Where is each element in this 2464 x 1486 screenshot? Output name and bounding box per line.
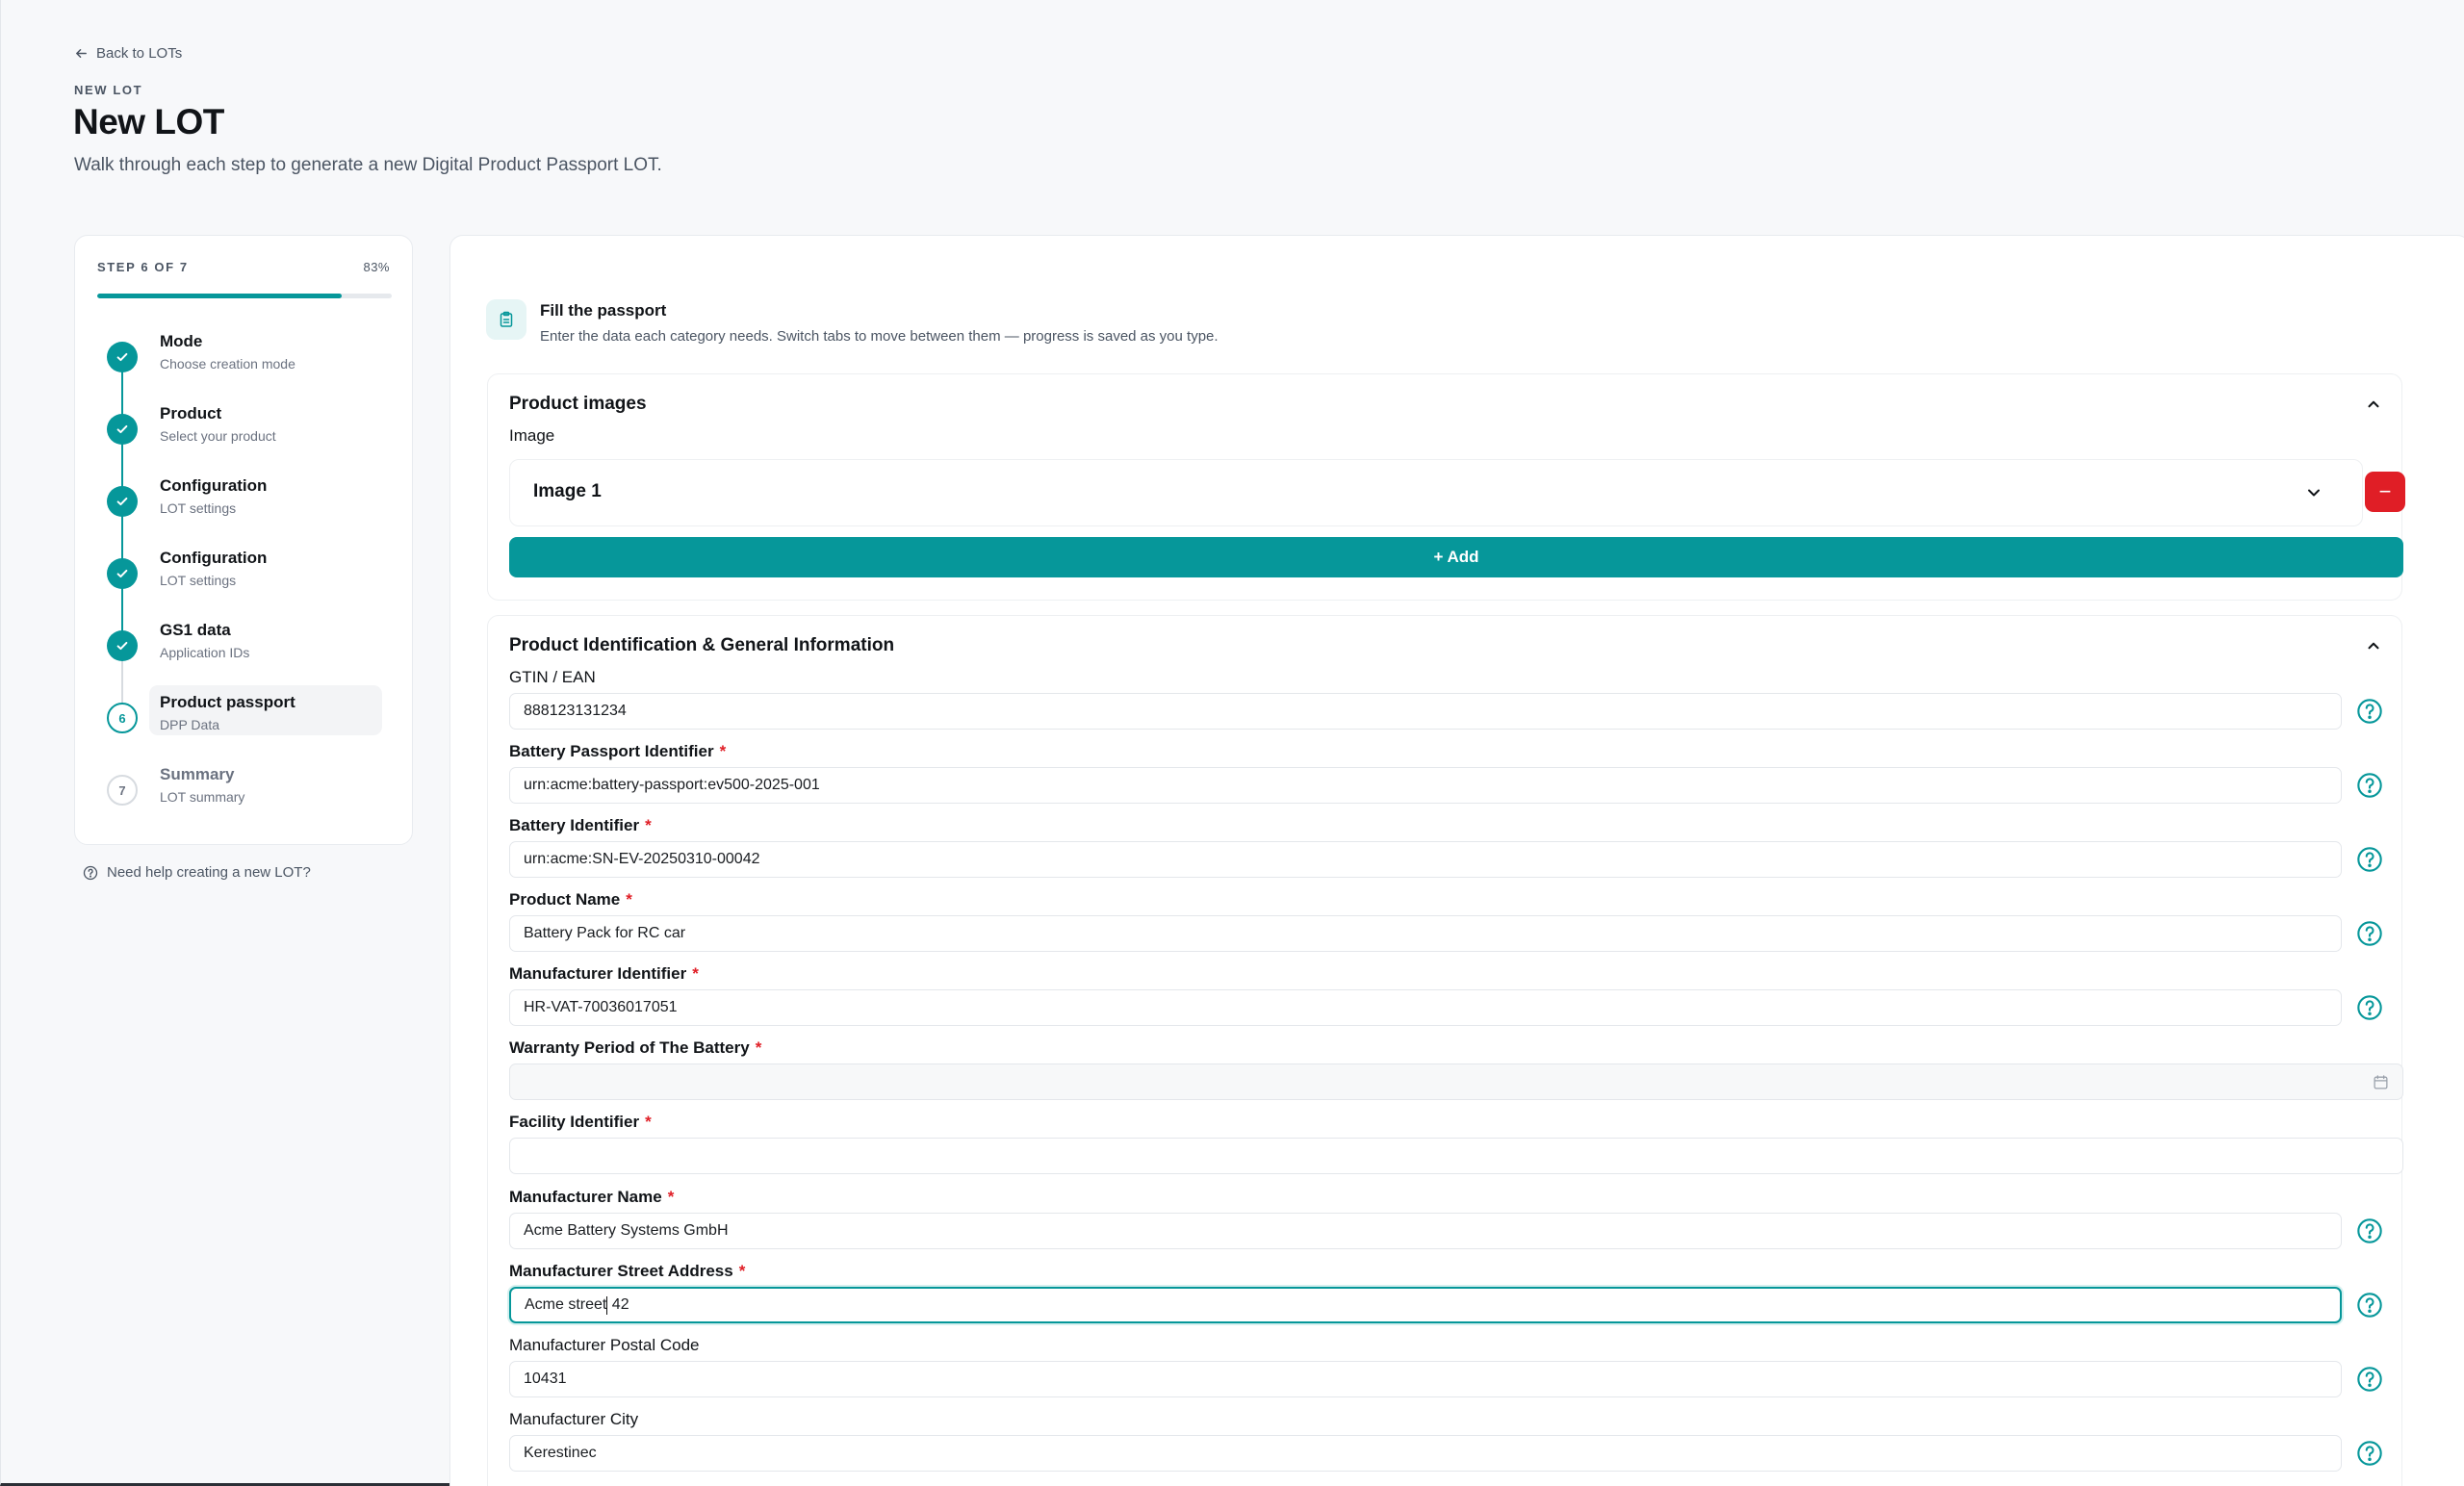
- chevron-up-icon[interactable]: [2365, 637, 2382, 654]
- step-title: Product: [160, 404, 222, 423]
- help-circle-icon[interactable]: [2356, 846, 2383, 873]
- product-images-section: Product images Image Image 1 + Add: [487, 373, 2403, 601]
- step-subtitle: Application IDs: [160, 645, 250, 660]
- step-configuration-2[interactable]: Configuration LOT settings: [75, 549, 412, 606]
- help-circle-icon[interactable]: [2356, 1217, 2383, 1244]
- help-link-label: Need help creating a new LOT?: [107, 864, 311, 881]
- calendar-icon[interactable]: [2373, 1074, 2389, 1090]
- step-mode[interactable]: Mode Choose creation mode: [75, 332, 412, 390]
- step-product-passport[interactable]: 6 Product passport DPP Data: [75, 685, 412, 751]
- help-circle-icon[interactable]: [2356, 1440, 2383, 1467]
- field-label-manufacturer-street-address: Manufacturer Street Address *: [509, 1262, 746, 1280]
- arrow-left-icon: [76, 49, 87, 58]
- field-label-battery-identifier: Battery Identifier *: [509, 816, 652, 834]
- field-label-manufacturer-name: Manufacturer Name *: [509, 1188, 675, 1206]
- battery-passport-identifier-input[interactable]: urn:acme:battery-passport:ev500-2025-001: [509, 767, 2342, 804]
- step-subtitle: LOT settings: [160, 573, 237, 588]
- field-label-manufacturer-city: Manufacturer City: [509, 1410, 639, 1428]
- field-label-warranty-period: Warranty Period of The Battery *: [509, 1038, 762, 1057]
- help-circle-icon[interactable]: [2356, 994, 2383, 1021]
- step-title: Configuration: [160, 476, 268, 495]
- facility-identifier-input[interactable]: [509, 1138, 2403, 1174]
- passport-subtitle: Enter the data each category needs. Swit…: [540, 328, 1219, 345]
- step-check-icon: [107, 414, 138, 445]
- product-identification-section: Product Identification & General Informa…: [487, 615, 2403, 1486]
- image-label: Image: [509, 426, 555, 445]
- gtin-input[interactable]: 888123131234: [509, 693, 2342, 730]
- input-value-before-caret: Acme street: [525, 1296, 607, 1313]
- step-check-icon: [107, 342, 138, 372]
- step-subtitle: Select your product: [160, 428, 276, 444]
- manufacturer-name-input[interactable]: Acme Battery Systems GmbH: [509, 1213, 2342, 1249]
- manufacturer-city-input[interactable]: Kerestinec: [509, 1435, 2342, 1472]
- step-number-badge: 7: [107, 775, 138, 806]
- step-gs1-data[interactable]: GS1 data Application IDs: [75, 621, 412, 679]
- progress-bar: [97, 294, 392, 298]
- back-to-lots-link[interactable]: Back to LOTs: [74, 45, 182, 62]
- help-circle-icon[interactable]: [2356, 1366, 2383, 1393]
- remove-image-button[interactable]: −: [2365, 472, 2405, 512]
- page-title: New LOT: [73, 102, 224, 141]
- product-name-input[interactable]: Battery Pack for RC car: [509, 915, 2342, 952]
- step-subtitle: DPP Data: [160, 717, 219, 732]
- step-configuration-1[interactable]: Configuration LOT settings: [75, 476, 412, 534]
- main-panel: Fill the passport Enter the data each ca…: [449, 235, 2464, 1486]
- chevron-up-icon[interactable]: [2365, 396, 2382, 413]
- section-title: Product Identification & General Informa…: [509, 635, 895, 655]
- step-title: Product passport: [160, 693, 295, 711]
- step-title: Configuration: [160, 549, 268, 567]
- help-circle-icon[interactable]: [2356, 1292, 2383, 1319]
- section-title: Product images: [509, 394, 647, 414]
- page-eyebrow: NEW LOT: [74, 83, 143, 97]
- step-subtitle: LOT settings: [160, 500, 237, 516]
- step-counter: STEP 6 OF 7: [97, 260, 189, 274]
- field-label-gtin: GTIN / EAN: [509, 668, 596, 686]
- step-subtitle: Choose creation mode: [160, 356, 295, 372]
- help-link[interactable]: Need help creating a new LOT?: [83, 864, 311, 881]
- field-label-manufacturer-postal-code: Manufacturer Postal Code: [509, 1336, 700, 1354]
- passport-title: Fill the passport: [540, 301, 667, 320]
- clipboard-icon: [486, 299, 526, 340]
- manufacturer-postal-code-input[interactable]: 10431: [509, 1361, 2342, 1397]
- step-product[interactable]: Product Select your product: [75, 404, 412, 462]
- step-title: Summary: [160, 765, 235, 783]
- chevron-down-icon: [2308, 489, 2320, 497]
- progress-bar-fill: [97, 294, 342, 298]
- progress-percent: 83%: [363, 260, 390, 274]
- manufacturer-street-address-input[interactable]: Acme street 42: [509, 1287, 2342, 1323]
- page-subtitle: Walk through each step to generate a new…: [74, 155, 662, 175]
- field-label-manufacturer-identifier: Manufacturer Identifier *: [509, 964, 699, 983]
- stepper-header: STEP 6 OF 7 83%: [97, 260, 390, 274]
- help-circle-icon[interactable]: [2356, 772, 2383, 799]
- step-number-badge: 6: [107, 703, 138, 733]
- help-circle-icon: [83, 865, 98, 880]
- passport-header: Fill the passport Enter the data each ca…: [486, 299, 1219, 345]
- image-accordion-item[interactable]: Image 1: [509, 459, 2363, 526]
- battery-identifier-input[interactable]: urn:acme:SN-EV-20250310-00042: [509, 841, 2342, 878]
- step-title: GS1 data: [160, 621, 231, 639]
- manufacturer-identifier-input[interactable]: HR-VAT-70036017051: [509, 989, 2342, 1026]
- input-value-after-caret: 42: [607, 1296, 629, 1313]
- field-label-facility-identifier: Facility Identifier *: [509, 1113, 652, 1131]
- help-circle-icon[interactable]: [2356, 698, 2383, 725]
- back-link-label: Back to LOTs: [96, 45, 183, 62]
- field-label-product-name: Product Name *: [509, 890, 632, 909]
- stepper-card: STEP 6 OF 7 83% Mode Choose creation mod…: [74, 235, 413, 845]
- warranty-period-date-input[interactable]: [509, 1063, 2403, 1100]
- help-circle-icon[interactable]: [2356, 920, 2383, 947]
- field-label-battery-passport-identifier: Battery Passport Identifier *: [509, 742, 727, 760]
- step-title: Mode: [160, 332, 203, 350]
- add-image-button[interactable]: + Add: [509, 537, 2403, 577]
- image-item-label: Image 1: [533, 481, 602, 501]
- step-check-icon: [107, 486, 138, 517]
- step-summary[interactable]: 7 Summary LOT summary: [75, 765, 412, 823]
- step-subtitle: LOT summary: [160, 789, 245, 805]
- step-check-icon: [107, 558, 138, 589]
- step-check-icon: [107, 630, 138, 661]
